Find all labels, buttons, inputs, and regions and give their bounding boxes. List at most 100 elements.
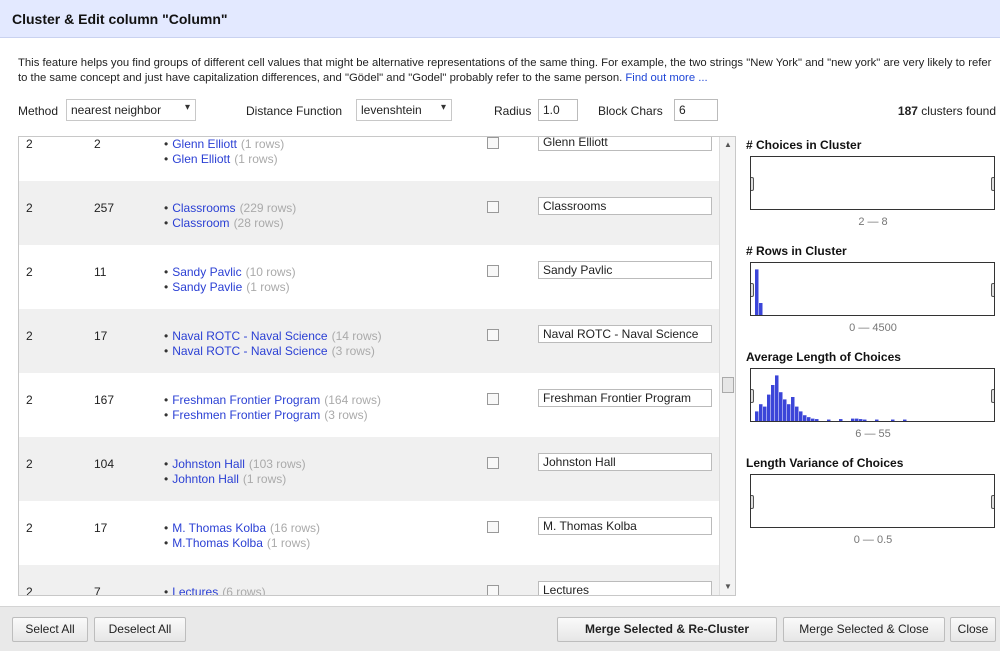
merge-checkbox[interactable]: [487, 521, 499, 533]
facet-range-label: 2 — 8: [858, 216, 888, 228]
cluster-row-count: 11: [94, 265, 107, 279]
new-cell-value-input[interactable]: Naval ROTC - Naval Science: [538, 325, 712, 343]
distance-function-label: Distance Function: [246, 104, 343, 118]
cluster-values: • Johnston Hall (103 rows) • Johnton Hall (1 …: [164, 457, 306, 487]
new-cell-value-input[interactable]: Lectures: [538, 581, 712, 595]
cluster-row-count: 17: [94, 329, 108, 343]
merge-checkbox[interactable]: [487, 329, 499, 341]
block-chars-input[interactable]: 6: [674, 99, 718, 121]
histogram-bar: [863, 419, 867, 421]
cluster-value-count: (3 rows): [331, 344, 375, 358]
clusters-table[interactable]: 2 2 • Glenn Elliott (1 rows) • Glen Elliott (1 …: [18, 136, 736, 596]
histogram-svg: [755, 375, 907, 421]
find-out-more-link[interactable]: Find out more ...: [625, 72, 707, 84]
cluster-value-item: • Glenn Elliott (1 rows): [164, 137, 284, 152]
merge-checkbox[interactable]: [487, 585, 499, 595]
bullet-icon: •: [164, 344, 169, 358]
cluster-value-link[interactable]: Sandy Pavlie: [172, 280, 242, 294]
description: This feature helps you find groups of di…: [18, 56, 993, 86]
cluster-value-count: (1 rows): [246, 280, 290, 294]
new-cell-value-input[interactable]: Classrooms: [538, 197, 712, 215]
cluster-value-item: • Sandy Pavlie (1 rows): [164, 280, 296, 295]
range-handle-left[interactable]: [751, 389, 754, 403]
range-handle-right[interactable]: [991, 495, 994, 509]
cluster-value-link[interactable]: Johnton Hall: [172, 472, 239, 486]
cluster-size: 2: [26, 457, 33, 471]
merge-checkbox[interactable]: [487, 137, 499, 149]
facet-histogram[interactable]: [750, 474, 995, 528]
select-all-button[interactable]: Select All: [12, 617, 88, 642]
cluster-value-count: (16 rows): [270, 521, 321, 535]
new-cell-value-input[interactable]: Glenn Elliott: [538, 137, 712, 151]
radius-input[interactable]: 1.0: [538, 99, 578, 121]
cluster-value-link[interactable]: Johnston Hall: [172, 457, 245, 471]
histogram-bar: [903, 419, 907, 421]
cluster-value-link[interactable]: Sandy Pavlic: [172, 265, 241, 279]
merge-checkbox[interactable]: [487, 201, 499, 213]
new-cell-value-input[interactable]: Sandy Pavlic: [538, 261, 712, 279]
range-handle-right[interactable]: [991, 177, 994, 191]
cluster-value-count: (1 rows): [266, 536, 311, 550]
facet-histogram[interactable]: [750, 262, 995, 316]
table-row: 2 7 • Lectures (6 rows) Lectures: [19, 565, 719, 595]
facet-histogram[interactable]: [750, 368, 995, 422]
clusters-scrollbar[interactable]: ▲ ▼: [719, 137, 735, 595]
new-cell-value-input[interactable]: Johnston Hall: [538, 453, 712, 471]
range-handle-right[interactable]: [991, 389, 994, 403]
range-handle-right[interactable]: [991, 283, 994, 297]
scroll-thumb[interactable]: [722, 377, 734, 393]
chevron-down-icon: ▾: [440, 102, 446, 113]
cluster-value-link[interactable]: Classroom: [172, 216, 229, 230]
scroll-up-icon[interactable]: ▲: [720, 137, 735, 153]
merge-checkbox[interactable]: [487, 265, 499, 277]
histogram-bar: [807, 417, 811, 421]
method-select[interactable]: nearest neighbor ▾: [66, 99, 196, 121]
deselect-all-button[interactable]: Deselect All: [94, 617, 186, 642]
cluster-values: • Freshman Frontier Program (164 rows) • Fre…: [164, 393, 381, 423]
range-handle-left[interactable]: [751, 495, 754, 509]
cluster-value-link[interactable]: M.Thomas Kolba: [172, 536, 263, 550]
cluster-value-item: • Classroom (28 rows): [164, 216, 296, 231]
distance-function-select[interactable]: levenshtein ▾: [356, 99, 452, 121]
cluster-value-count: (1 rows): [240, 137, 285, 151]
scroll-down-icon[interactable]: ▼: [720, 579, 735, 595]
histogram-bar: [759, 303, 763, 315]
cluster-row-count: 17: [94, 521, 108, 535]
histogram-bar: [755, 269, 759, 315]
merge-checkbox[interactable]: [487, 393, 499, 405]
cluster-values: • Classrooms (229 rows) • Classroom (28 rows): [164, 201, 296, 231]
cluster-value-link[interactable]: Glen Elliott: [172, 152, 230, 166]
histogram-bar: [811, 418, 815, 421]
close-button[interactable]: Close: [950, 617, 996, 642]
new-cell-value-input[interactable]: Freshman Frontier Program: [538, 389, 712, 407]
cluster-value-item: • Johnston Hall (103 rows): [164, 457, 306, 472]
cluster-value-link[interactable]: Freshmen Frontier Program: [172, 408, 320, 422]
merge-recluster-button[interactable]: Merge Selected & Re-Cluster: [557, 617, 777, 642]
chevron-down-icon: ▾: [184, 102, 190, 113]
table-row: 2 2 • Glenn Elliott (1 rows) • Glen Elliott (1 …: [19, 137, 719, 181]
clusters-count: 187: [897, 104, 918, 118]
cluster-value-link[interactable]: Lectures: [172, 585, 218, 595]
cluster-values: • Lectures (6 rows): [164, 585, 266, 595]
merge-checkbox[interactable]: [487, 457, 499, 469]
range-handle-left[interactable]: [751, 177, 754, 191]
description-text: This feature helps you find groups of di…: [18, 57, 992, 84]
cluster-value-item: • Glen Elliott (1 rows): [164, 152, 284, 167]
range-handle-left[interactable]: [751, 283, 754, 297]
cluster-value-link[interactable]: Naval ROTC - Naval Science: [172, 344, 327, 358]
facet-histogram[interactable]: [750, 156, 995, 210]
cluster-value-count: (28 rows): [233, 216, 284, 230]
histogram-bar: [799, 411, 803, 421]
cluster-value-item: • M. Thomas Kolba (16 rows): [164, 521, 320, 536]
cluster-value-link[interactable]: Glenn Elliott: [172, 137, 237, 151]
cluster-value-link[interactable]: M. Thomas Kolba: [172, 521, 266, 535]
cluster-value-link[interactable]: Classrooms: [172, 201, 235, 215]
cluster-value-link[interactable]: Freshman Frontier Program: [172, 393, 320, 407]
cluster-row-count: 104: [94, 457, 115, 471]
cluster-value-item: • Johnton Hall (1 rows): [164, 472, 306, 487]
merge-close-button[interactable]: Merge Selected & Close: [783, 617, 945, 642]
cluster-value-link[interactable]: Naval ROTC - Naval Science: [172, 329, 327, 343]
cluster-value-count: (3 rows): [324, 408, 368, 422]
new-cell-value-input[interactable]: M. Thomas Kolba: [538, 517, 712, 535]
cluster-values: • M. Thomas Kolba (16 rows) • M.Thomas Kolba…: [164, 521, 320, 551]
